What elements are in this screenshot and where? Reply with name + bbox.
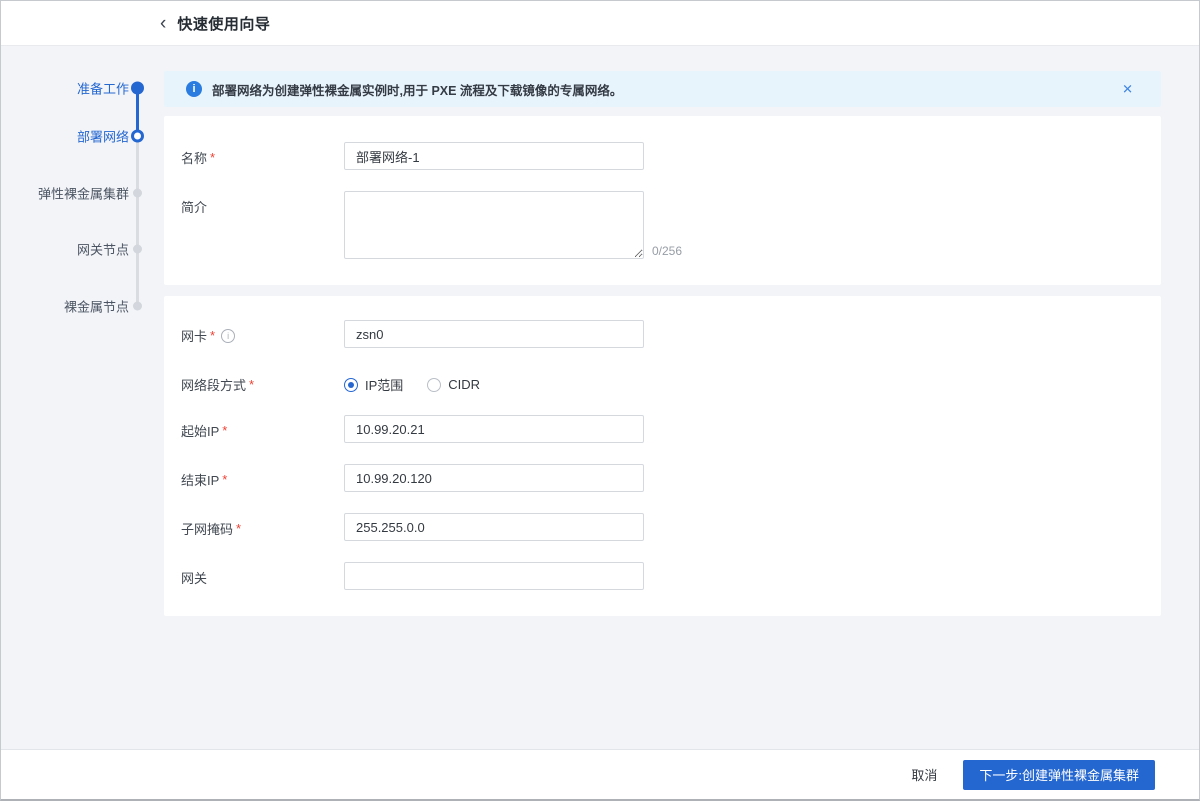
step-label: 弹性裸金属集群 [37,186,129,202]
info-banner: i 部署网络为创建弹性裸金属实例时,用于 PXE 流程及下载镜像的专属网络。 ✕ [164,71,1161,107]
netmask-row: 子网掩码 * [181,513,1141,541]
nic-row: 网卡 * i [181,320,1141,348]
step-baremetal-node[interactable]: 裸金属节点 [1,296,164,316]
cancel-button[interactable]: 取消 [911,765,937,784]
step-label: 部署网络 [76,129,129,145]
basic-info-card: 名称 * 简介 0/256 [164,116,1161,285]
back-icon[interactable]: ‹ [160,14,166,33]
required-mark: * [210,328,216,343]
step-current-dot-icon [131,129,144,143]
step-baremetal-cluster[interactable]: 弹性裸金属集群 [1,183,164,203]
step-deploy-network[interactable]: 部署网络 [1,126,164,146]
netmask-input[interactable] [344,513,644,541]
name-input[interactable] [344,142,644,170]
required-mark: * [236,521,242,536]
end-ip-row: 结束IP * [181,464,1141,492]
description-textarea[interactable] [344,191,644,259]
nic-input[interactable] [344,320,644,348]
segment-mode-options: IP范围 CIDR [344,369,480,394]
gateway-input[interactable] [344,562,644,590]
radio-cidr[interactable]: CIDR [427,377,480,392]
step-pending-dot-icon [133,244,142,254]
step-done-dot-icon [131,81,144,95]
required-mark: * [249,377,255,392]
radio-ip-range[interactable]: IP范围 [344,375,403,394]
step-pending-dot-icon [133,188,142,198]
step-gateway-node[interactable]: 网关节点 [1,239,164,259]
required-mark: * [210,150,216,165]
step-label: 网关节点 [76,242,129,258]
wizard-steps: 准备工作 部署网络 弹性裸金属集群 网关节点 裸金属节点 [1,46,164,749]
description-row: 简介 0/256 [181,191,1141,259]
segment-mode-row: 网络段方式 * IP范围 CIDR [181,369,1141,394]
wizard-body: 准备工作 部署网络 弹性裸金属集群 网关节点 裸金属节点 i 部署网络为创建弹性… [1,46,1199,749]
radio-selected-icon [344,377,358,392]
banner-text: 部署网络为创建弹性裸金属实例时,用于 PXE 流程及下载镜像的专属网络。 [212,83,623,98]
step-preparation[interactable]: 准备工作 [1,78,164,98]
segment-mode-label: 网络段方式 * [181,377,255,393]
help-icon[interactable]: i [221,328,236,343]
step-pending-dot-icon [133,301,142,311]
step-connector-pending [136,136,139,306]
wizard-header: ‹ 快速使用向导 [1,1,1199,46]
page-title: 快速使用向导 [177,15,271,33]
network-settings-card: 网卡 * i 网络段方式 * IP范围 [164,296,1161,616]
name-label: 名称 * [181,150,216,166]
info-icon: i [186,81,202,97]
end-ip-input[interactable] [344,464,644,492]
start-ip-row: 起始IP * [181,415,1141,443]
name-row: 名称 * [181,142,1141,170]
wizard-footer: 取消 下一步:创建弹性裸金属集群 [1,749,1199,799]
description-label: 简介 [181,200,208,215]
char-counter: 0/256 [652,244,683,258]
form-content: i 部署网络为创建弹性裸金属实例时,用于 PXE 流程及下载镜像的专属网络。 ✕… [164,46,1199,749]
netmask-label: 子网掩码 * [181,521,242,537]
step-label: 准备工作 [76,81,129,97]
step-label: 裸金属节点 [63,299,129,315]
start-ip-input[interactable] [344,415,644,443]
start-ip-label: 起始IP * [181,423,228,439]
nic-label: 网卡 * i [181,320,344,345]
required-mark: * [222,472,228,487]
required-mark: * [222,423,228,438]
gateway-label: 网关 [181,571,208,586]
next-step-button[interactable]: 下一步:创建弹性裸金属集群 [963,759,1155,790]
radio-unselected-icon [427,377,442,392]
description-field: 0/256 [344,191,682,259]
end-ip-label: 结束IP * [181,472,228,488]
close-icon[interactable]: ✕ [1122,83,1133,96]
gateway-row: 网关 [181,562,1141,590]
